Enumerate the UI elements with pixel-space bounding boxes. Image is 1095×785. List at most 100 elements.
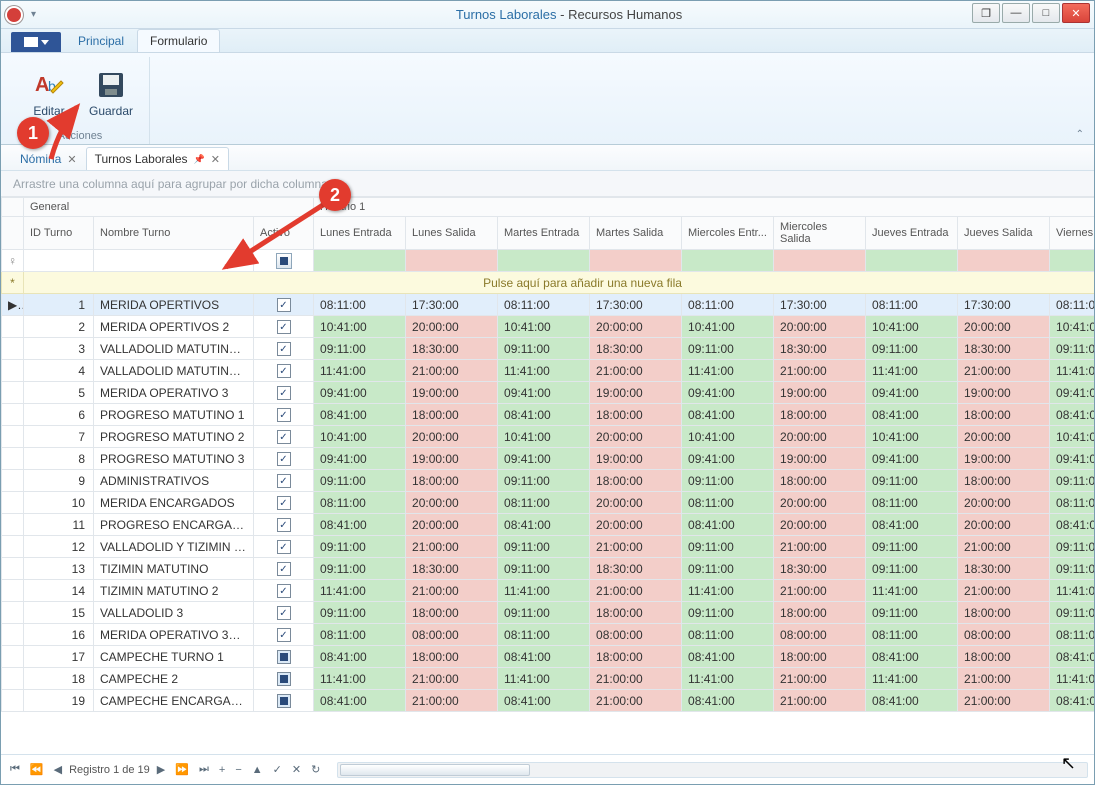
cell-salida[interactable]: 18:00:00 xyxy=(958,602,1050,624)
cell-salida[interactable]: 18:00:00 xyxy=(774,404,866,426)
cell-entrada[interactable]: 09:11:00 xyxy=(866,338,958,360)
cell-id[interactable]: 12 xyxy=(24,536,94,558)
cell-salida[interactable]: 20:00:00 xyxy=(406,492,498,514)
cell-entrada[interactable]: 09:11:00 xyxy=(314,536,406,558)
cell-entrada[interactable]: 11:41:00 xyxy=(866,360,958,382)
nav-last-button[interactable]: ⏭ xyxy=(196,761,212,778)
cell-salida[interactable]: 19:00:00 xyxy=(590,448,682,470)
checkbox-icon[interactable] xyxy=(277,672,291,686)
cell-activo[interactable] xyxy=(254,602,314,624)
cell-entrada[interactable]: 10:41:00 xyxy=(498,316,590,338)
nav-edit-button[interactable]: ▲ xyxy=(249,762,266,778)
checkbox-icon[interactable] xyxy=(277,342,291,356)
cell-salida[interactable]: 18:30:00 xyxy=(406,558,498,580)
cell-id[interactable]: 5 xyxy=(24,382,94,404)
cell-id[interactable]: 3 xyxy=(24,338,94,360)
cell-salida[interactable]: 21:00:00 xyxy=(774,580,866,602)
cell-activo[interactable] xyxy=(254,448,314,470)
cell-entrada[interactable]: 08:41:00 xyxy=(866,646,958,668)
cell-nombre[interactable]: CAMPECHE ENCARGADOS xyxy=(94,690,254,712)
cell-entrada[interactable]: 11:41:00 xyxy=(682,668,774,690)
checkbox-icon[interactable] xyxy=(277,628,291,642)
table-row[interactable]: 15VALLADOLID 309:11:0018:00:0009:11:0018… xyxy=(2,602,1095,624)
table-row[interactable]: 6PROGRESO MATUTINO 108:41:0018:00:0008:4… xyxy=(2,404,1095,426)
cell-entrada[interactable]: 11:41:00 xyxy=(498,668,590,690)
cell-salida[interactable]: 21:00:00 xyxy=(590,580,682,602)
cell-salida[interactable]: 20:00:00 xyxy=(958,492,1050,514)
cell-salida[interactable]: 20:00:00 xyxy=(590,514,682,536)
cell-entrada[interactable]: 09:41:00 xyxy=(1050,382,1094,404)
table-row[interactable]: 11PROGRESO ENCARGADOS08:41:0020:00:0008:… xyxy=(2,514,1095,536)
cell-activo[interactable] xyxy=(254,470,314,492)
cell-entrada[interactable]: 09:11:00 xyxy=(498,470,590,492)
cell-nombre[interactable]: VALLADOLID MATUTINO 2 xyxy=(94,360,254,382)
cell-entrada[interactable]: 11:41:00 xyxy=(866,668,958,690)
cell-entrada[interactable]: 08:11:00 xyxy=(314,624,406,646)
cell-salida[interactable]: 20:00:00 xyxy=(774,492,866,514)
cell-entrada[interactable]: 08:41:00 xyxy=(866,690,958,712)
table-row[interactable]: 16MERIDA OPERATIVO 3HR C...08:11:0008:00… xyxy=(2,624,1095,646)
cell-entrada[interactable]: 08:11:00 xyxy=(1050,294,1094,316)
column-header-row[interactable]: ID Turno Nombre Turno Activo Lunes Entra… xyxy=(2,217,1095,250)
checkbox-icon[interactable] xyxy=(277,650,291,664)
nav-prev-button[interactable]: ◀ xyxy=(51,761,65,778)
cell-activo[interactable] xyxy=(254,360,314,382)
cell-entrada[interactable]: 11:41:00 xyxy=(314,360,406,382)
ribbon-tab-principal[interactable]: Principal xyxy=(65,29,137,52)
checkbox-icon[interactable] xyxy=(277,408,291,422)
cell-entrada[interactable]: 11:41:00 xyxy=(1050,668,1094,690)
cell-salida[interactable]: 20:00:00 xyxy=(590,426,682,448)
cell-entrada[interactable]: 08:41:00 xyxy=(498,646,590,668)
cell-entrada[interactable]: 08:11:00 xyxy=(498,492,590,514)
cell-salida[interactable]: 21:00:00 xyxy=(774,536,866,558)
cell-entrada[interactable]: 09:11:00 xyxy=(314,470,406,492)
cell-salida[interactable]: 20:00:00 xyxy=(590,316,682,338)
cell-entrada[interactable]: 08:41:00 xyxy=(1050,646,1094,668)
cell-entrada[interactable]: 08:41:00 xyxy=(314,404,406,426)
cell-nombre[interactable]: MERIDA OPERATIVO 3HR C... xyxy=(94,624,254,646)
cell-entrada[interactable]: 09:11:00 xyxy=(866,536,958,558)
cell-activo[interactable] xyxy=(254,690,314,712)
cell-salida[interactable]: 18:30:00 xyxy=(590,338,682,360)
cell-salida[interactable]: 18:00:00 xyxy=(590,602,682,624)
cell-entrada[interactable]: 10:41:00 xyxy=(314,426,406,448)
cell-salida[interactable]: 08:00:00 xyxy=(590,624,682,646)
nav-next-button[interactable]: ▶ xyxy=(154,761,168,778)
cell-nombre[interactable]: CAMPECHE 2 xyxy=(94,668,254,690)
cell-salida[interactable]: 18:00:00 xyxy=(406,404,498,426)
cell-salida[interactable]: 21:00:00 xyxy=(590,668,682,690)
cell-entrada[interactable]: 09:11:00 xyxy=(682,470,774,492)
cell-salida[interactable]: 21:00:00 xyxy=(406,690,498,712)
cell-salida[interactable]: 18:00:00 xyxy=(590,646,682,668)
guardar-button[interactable]: Guardar xyxy=(83,57,139,128)
cell-entrada[interactable]: 09:11:00 xyxy=(1050,602,1094,624)
cell-entrada[interactable]: 09:41:00 xyxy=(866,382,958,404)
cell-salida[interactable]: 21:00:00 xyxy=(958,690,1050,712)
cell-entrada[interactable]: 09:41:00 xyxy=(314,448,406,470)
cell-salida[interactable]: 20:00:00 xyxy=(958,316,1050,338)
cell-salida[interactable]: 18:00:00 xyxy=(406,470,498,492)
cell-entrada[interactable]: 10:41:00 xyxy=(682,426,774,448)
cell-entrada[interactable]: 09:41:00 xyxy=(498,382,590,404)
cell-salida[interactable]: 08:00:00 xyxy=(774,624,866,646)
table-row[interactable]: 5MERIDA OPERATIVO 309:41:0019:00:0009:41… xyxy=(2,382,1095,404)
cell-entrada[interactable]: 09:11:00 xyxy=(1050,536,1094,558)
cell-nombre[interactable]: MERIDA ENCARGADOS xyxy=(94,492,254,514)
horizontal-scrollbar[interactable] xyxy=(337,762,1088,778)
cell-salida[interactable]: 20:00:00 xyxy=(774,514,866,536)
close-button[interactable]: ✕ xyxy=(1062,3,1090,23)
cell-entrada[interactable]: 09:11:00 xyxy=(682,536,774,558)
cell-salida[interactable]: 18:00:00 xyxy=(958,646,1050,668)
cell-nombre[interactable]: MERIDA OPERATIVO 3 xyxy=(94,382,254,404)
doc-tab-nomina[interactable]: Nómina ✕ xyxy=(11,147,86,170)
cell-entrada[interactable]: 08:41:00 xyxy=(682,514,774,536)
maximize-button[interactable]: □ xyxy=(1032,3,1060,23)
cell-entrada[interactable]: 09:11:00 xyxy=(314,558,406,580)
cell-entrada[interactable]: 08:11:00 xyxy=(1050,624,1094,646)
checkbox-icon[interactable] xyxy=(277,386,291,400)
cell-nombre[interactable]: PROGRESO MATUTINO 2 xyxy=(94,426,254,448)
cell-entrada[interactable]: 10:41:00 xyxy=(866,316,958,338)
cell-entrada[interactable]: 11:41:00 xyxy=(498,360,590,382)
nav-prev-page-button[interactable]: ⏪ xyxy=(27,761,47,778)
cell-activo[interactable] xyxy=(254,514,314,536)
